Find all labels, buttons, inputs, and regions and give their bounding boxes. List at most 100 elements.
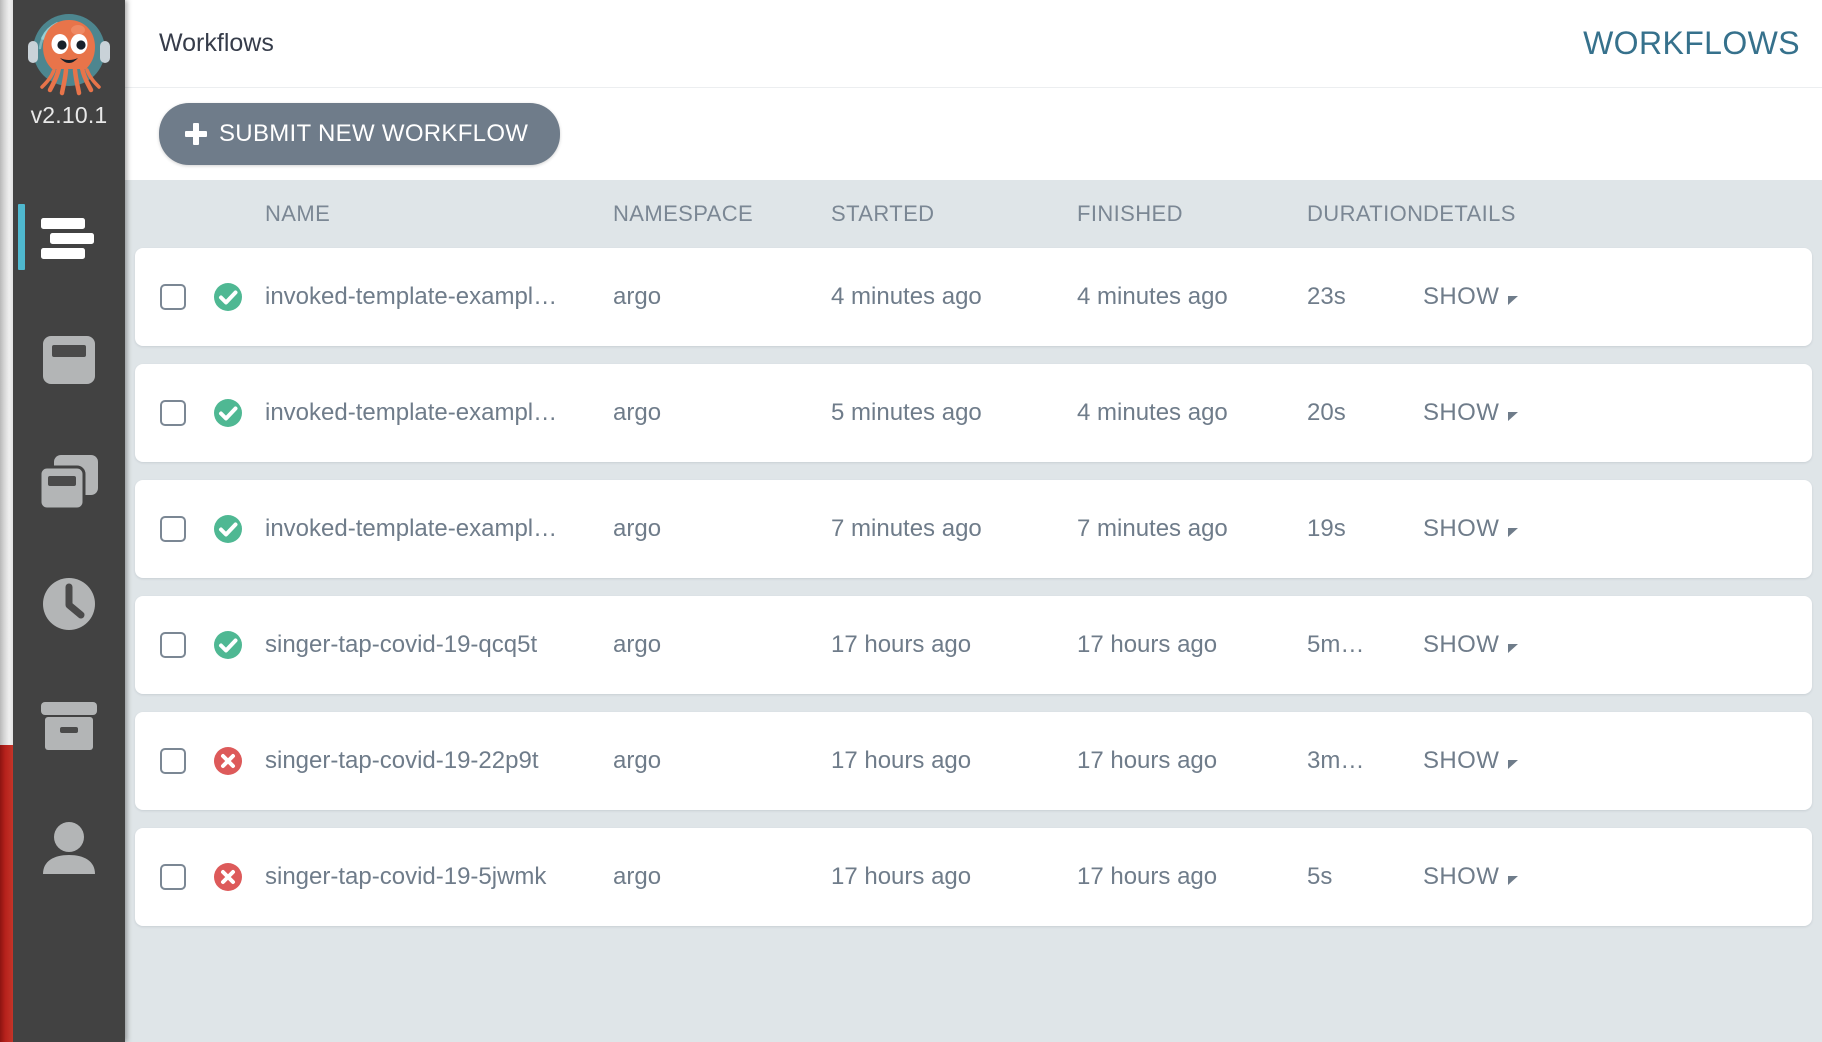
main-content: Workflows WORKFLOWS SUBMIT NEW WORKFLOW …: [125, 0, 1822, 1042]
row-details-cell: SHOW: [1423, 631, 1573, 659]
table-row[interactable]: invoked-template-exampl… argo 4 minutes ag…: [135, 248, 1812, 346]
row-finished-cell: 17 hours ago: [1077, 863, 1218, 890]
row-status-cell: [213, 398, 265, 428]
sidebar-item-workflow-templates[interactable]: [13, 312, 125, 408]
row-select-cell: [135, 864, 213, 890]
row-details-cell: SHOW: [1423, 283, 1573, 311]
column-header-details[interactable]: DETAILS: [1423, 201, 1573, 227]
row-name-cell: invoked-template-exampl…: [265, 283, 558, 310]
sidebar-item-cron-workflows[interactable]: [13, 556, 125, 652]
submit-new-workflow-button[interactable]: SUBMIT NEW WORKFLOW: [159, 103, 561, 165]
column-header-namespace[interactable]: NAMESPACE: [613, 201, 831, 227]
table-row[interactable]: singer-tap-covid-19-qcq5t argo 17 hours ag…: [135, 596, 1812, 694]
status-succeeded-icon: [214, 631, 242, 659]
row-started-cell: 5 minutes ago: [831, 399, 982, 426]
table-row[interactable]: singer-tap-covid-19-5jwmk argo 17 hours ag…: [135, 828, 1812, 926]
row-select-cell: [135, 284, 213, 310]
row-duration-cell: 20s: [1307, 399, 1346, 426]
row-select-cell: [135, 632, 213, 658]
sidebar: v2.10.1: [0, 0, 125, 1042]
row-duration-cell: 5m…: [1307, 631, 1365, 658]
row-checkbox[interactable]: [160, 632, 186, 658]
submit-new-workflow-label: SUBMIT NEW WORKFLOW: [219, 120, 529, 147]
edge-light-strip: [0, 0, 13, 745]
copy-windows-icon: [38, 455, 98, 511]
row-finished-cell: 17 hours ago: [1077, 631, 1218, 658]
row-started-cell: 4 minutes ago: [831, 283, 982, 310]
breadcrumb-workflows[interactable]: WORKFLOWS: [1583, 25, 1822, 62]
row-checkbox[interactable]: [160, 748, 186, 774]
row-details-cell: SHOW: [1423, 515, 1573, 543]
row-status-cell: [213, 862, 265, 892]
table-header-row: NAME NAMESPACE STARTED FINISHED DURATION…: [125, 180, 1812, 248]
row-checkbox[interactable]: [160, 516, 186, 542]
user-icon: [43, 822, 95, 874]
row-status-cell: [213, 746, 265, 776]
show-details-button[interactable]: SHOW: [1423, 399, 1519, 427]
row-started-cell: 17 hours ago: [831, 631, 972, 658]
sidebar-version-label: v2.10.1: [30, 102, 108, 128]
sidebar-item-user[interactable]: [13, 800, 125, 896]
row-checkbox[interactable]: [160, 284, 186, 310]
clock-icon: [43, 578, 95, 630]
sidebar-logo-block[interactable]: v2.10.1: [13, 8, 125, 129]
show-details-button[interactable]: SHOW: [1423, 283, 1519, 311]
show-details-button[interactable]: SHOW: [1423, 631, 1519, 659]
column-header-duration[interactable]: DURATION: [1307, 201, 1423, 227]
row-namespace-cell: argo: [613, 515, 662, 542]
caret-down-icon: [1508, 527, 1519, 537]
row-name-cell: invoked-template-exampl…: [265, 399, 558, 426]
sidebar-item-archived-workflows[interactable]: [13, 678, 125, 774]
row-duration-cell: 3m…: [1307, 747, 1365, 774]
action-bar: SUBMIT NEW WORKFLOW: [125, 88, 1822, 180]
status-succeeded-icon: [214, 515, 242, 543]
row-checkbox[interactable]: [160, 864, 186, 890]
table-row[interactable]: singer-tap-covid-19-22p9t argo 17 hours ag…: [135, 712, 1812, 810]
row-name-cell: singer-tap-covid-19-5jwmk: [265, 863, 547, 890]
show-details-label: SHOW: [1423, 863, 1500, 890]
active-indicator: [18, 204, 25, 270]
argo-octopus-logo: [28, 14, 110, 96]
row-duration-cell: 5s: [1307, 863, 1333, 890]
show-details-button[interactable]: SHOW: [1423, 515, 1519, 543]
row-status-cell: [213, 282, 265, 312]
caret-down-icon: [1508, 875, 1519, 885]
window-left-edge: [0, 0, 13, 1042]
caret-down-icon: [1508, 411, 1519, 421]
row-select-cell: [135, 516, 213, 542]
row-duration-cell: 23s: [1307, 283, 1346, 310]
column-header-started[interactable]: STARTED: [831, 201, 1077, 227]
row-status-cell: [213, 630, 265, 660]
row-namespace-cell: argo: [613, 747, 662, 774]
status-failed-icon: [214, 747, 242, 775]
column-header-finished[interactable]: FINISHED: [1077, 201, 1307, 227]
show-details-button[interactable]: SHOW: [1423, 747, 1519, 775]
caret-down-icon: [1508, 643, 1519, 653]
row-started-cell: 17 hours ago: [831, 863, 972, 890]
show-details-button[interactable]: SHOW: [1423, 863, 1519, 891]
row-select-cell: [135, 748, 213, 774]
row-finished-cell: 17 hours ago: [1077, 747, 1218, 774]
row-started-cell: 17 hours ago: [831, 747, 972, 774]
sidebar-item-workflows[interactable]: [13, 190, 125, 286]
row-duration-cell: 19s: [1307, 515, 1346, 542]
status-succeeded-icon: [214, 399, 242, 427]
edge-red-strip: [0, 745, 13, 1042]
table-row[interactable]: invoked-template-exampl… argo 5 minutes ag…: [135, 364, 1812, 462]
caret-down-icon: [1508, 295, 1519, 305]
page-title: Workflows: [159, 29, 274, 57]
row-namespace-cell: argo: [613, 283, 662, 310]
sidebar-item-cluster-templates[interactable]: [13, 434, 125, 530]
row-select-cell: [135, 400, 213, 426]
list-lines-icon: [41, 218, 94, 259]
row-name-cell: invoked-template-exampl…: [265, 515, 558, 542]
show-details-label: SHOW: [1423, 515, 1500, 542]
row-finished-cell: 4 minutes ago: [1077, 399, 1228, 426]
archive-box-icon: [41, 702, 97, 750]
column-header-name[interactable]: NAME: [265, 201, 613, 227]
row-name-cell: singer-tap-covid-19-22p9t: [265, 747, 539, 774]
show-details-label: SHOW: [1423, 283, 1500, 310]
row-checkbox[interactable]: [160, 400, 186, 426]
window-icon: [43, 336, 95, 384]
table-row[interactable]: invoked-template-exampl… argo 7 minutes ag…: [135, 480, 1812, 578]
